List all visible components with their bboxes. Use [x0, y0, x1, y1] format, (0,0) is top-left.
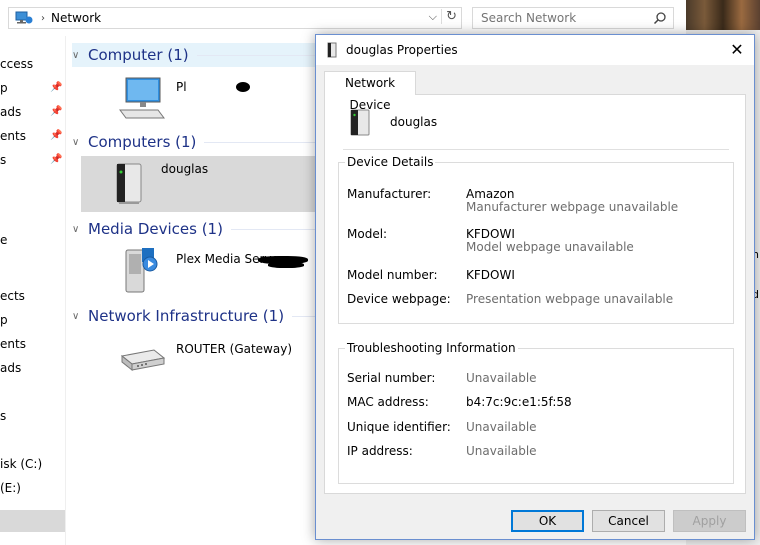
unique-identifier-label: Unique identifier: — [347, 420, 451, 434]
nav-item-downloads[interactable]: ads 📌 — [0, 102, 65, 122]
redaction-scribble — [236, 82, 250, 92]
nav-item-label: isk (C:) — [0, 457, 43, 471]
pin-icon: 📌 — [50, 106, 63, 117]
nav-item-label: ects — [0, 289, 25, 303]
group-title: Computers (1) — [88, 133, 197, 151]
navigation-pane: ccess p 📌 ads 📌 ents 📌 s 📌 e ects p ents ads… — [0, 36, 66, 545]
troubleshooting-group: Troubleshooting Information Serial numbe… — [338, 341, 734, 484]
redaction-scribble — [268, 262, 304, 268]
chevron-down-icon[interactable]: ∨ — [72, 311, 86, 322]
ip-address-label: IP address: — [347, 444, 413, 458]
address-dropdown-icon[interactable]: ⌵ — [429, 10, 437, 24]
group-legend: Device Details — [345, 155, 436, 169]
device-name: ROUTER (Gateway) — [176, 342, 293, 356]
cancel-button[interactable]: Cancel — [592, 510, 665, 532]
manufacturer-value: Amazon — [466, 187, 515, 201]
tab-panel: douglas Device Details Manufacturer: Ama… — [324, 94, 746, 494]
nav-item-network[interactable] — [0, 510, 65, 532]
nav-item-desktop-2[interactable]: p — [0, 310, 65, 330]
device-name-header: douglas — [390, 115, 438, 129]
nav-item-label: s — [0, 153, 7, 167]
nav-item-desktop[interactable]: p 📌 — [0, 78, 65, 98]
pin-icon: 📌 — [50, 82, 63, 93]
device-tile-douglas[interactable]: douglas — [81, 156, 316, 212]
breadcrumb-network[interactable]: Network — [51, 11, 101, 25]
device-details-group: Device Details Manufacturer: Amazon Manu… — [338, 155, 734, 324]
apply-button[interactable]: Apply — [673, 510, 746, 532]
chevron-down-icon[interactable]: ∨ — [72, 137, 86, 148]
tower-computer-icon — [109, 162, 157, 212]
refresh-icon[interactable]: ↻ — [441, 9, 457, 24]
serial-number-label: Serial number: — [347, 371, 436, 385]
tab-network-device[interactable]: Network Device — [324, 71, 416, 112]
pin-icon: 📌 — [50, 130, 63, 141]
wallpaper-photo — [686, 0, 760, 30]
dialog-title-bar[interactable]: douglas Properties ✕ — [316, 35, 754, 65]
nav-item-3d-objects[interactable]: ects — [0, 286, 65, 306]
chevron-down-icon[interactable]: ∨ — [72, 224, 86, 235]
nav-item-label: e — [0, 233, 8, 247]
mac-address-label: MAC address: — [347, 395, 429, 409]
properties-dialog: douglas Properties ✕ Network Device doug… — [315, 34, 755, 540]
group-legend: Troubleshooting Information — [345, 341, 518, 355]
nav-item-quick-access[interactable]: ccess — [0, 54, 65, 74]
nav-item-label: ents — [0, 129, 26, 143]
nav-item-label: s — [0, 409, 7, 423]
model-number-label: Model number: — [347, 268, 438, 282]
nav-item-pictures[interactable]: s 📌 — [0, 150, 65, 170]
group-title: Computer (1) — [88, 46, 189, 64]
model-webpage: Model webpage unavailable — [466, 240, 634, 254]
nav-item-onedrive[interactable]: e — [0, 230, 65, 250]
search-box[interactable] — [472, 7, 674, 29]
manufacturer-label: Manufacturer: — [347, 187, 432, 201]
nav-item-label: ads — [0, 361, 22, 375]
tower-computer-icon — [326, 42, 338, 58]
group-title: Network Infrastructure (1) — [88, 307, 285, 325]
device-webpage-value: Presentation webpage unavailable — [466, 292, 674, 306]
search-input[interactable] — [473, 8, 643, 28]
nav-item-label: p — [0, 81, 8, 95]
nav-item-label: (E:) — [0, 481, 21, 495]
nav-item-documents[interactable]: ents 📌 — [0, 126, 65, 146]
pin-icon: 📌 — [50, 154, 63, 165]
unique-identifier-value: Unavailable — [466, 420, 537, 434]
nav-item-label: ads — [0, 105, 22, 119]
device-name: Pl — [176, 80, 187, 94]
search-icon[interactable] — [653, 11, 667, 25]
media-server-icon — [118, 246, 166, 296]
nav-item-documents-2[interactable]: ents — [0, 334, 65, 354]
group-title: Media Devices (1) — [88, 220, 223, 238]
nav-item-pictures-2[interactable]: s — [0, 406, 65, 426]
computer-icon — [118, 74, 166, 124]
device-tile-pc[interactable]: Pl — [118, 74, 318, 130]
nav-item-local-disk-c[interactable]: isk (C:) — [0, 454, 65, 474]
model-value: KFDOWI — [466, 227, 515, 241]
nav-item-label: ccess — [0, 57, 34, 71]
chevron-down-icon[interactable]: ∨ — [72, 50, 86, 61]
nav-item-downloads-2[interactable]: ads — [0, 358, 65, 378]
model-number-value: KFDOWI — [466, 268, 515, 282]
model-label: Model: — [347, 227, 388, 241]
ip-address-value: Unavailable — [466, 444, 537, 458]
network-icon — [15, 11, 33, 25]
nav-item-label: ents — [0, 337, 26, 351]
mac-address-value: b4:7c:9c:e1:5f:58 — [466, 395, 572, 409]
divider — [343, 149, 729, 150]
breadcrumb-chevron-icon[interactable]: › — [41, 13, 45, 24]
address-bar-row: › Network ⌵ ↻ — [0, 0, 686, 36]
serial-number-value: Unavailable — [466, 371, 537, 385]
device-webpage-label: Device webpage: — [347, 292, 451, 306]
close-icon[interactable]: ✕ — [720, 35, 754, 65]
nav-item-label: p — [0, 313, 8, 327]
manufacturer-webpage: Manufacturer webpage unavailable — [466, 200, 679, 214]
nav-item-drive-e[interactable]: (E:) — [0, 478, 65, 498]
device-name: douglas — [161, 162, 209, 176]
router-icon — [118, 336, 166, 386]
ok-button[interactable]: OK — [511, 510, 584, 532]
dialog-title: douglas Properties — [346, 43, 458, 57]
address-bar[interactable]: › Network ⌵ ↻ — [8, 7, 462, 29]
